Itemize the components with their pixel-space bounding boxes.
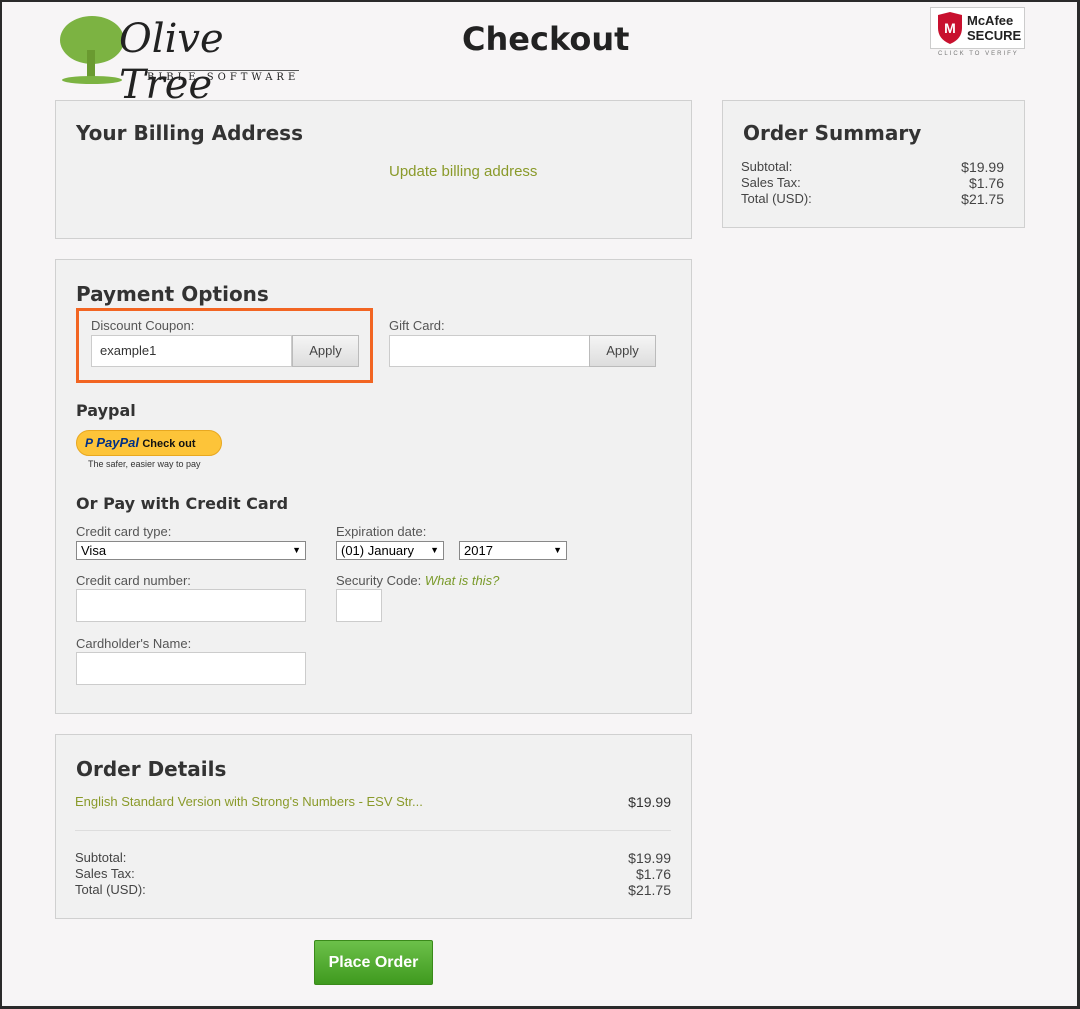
badge-secure: SECURE xyxy=(967,28,1022,43)
details-heading: Order Details xyxy=(76,757,227,781)
tree-icon xyxy=(60,16,124,84)
dropdown-arrow-icon: ▼ xyxy=(292,545,301,555)
page-title: Checkout xyxy=(462,20,630,58)
details-label: Sales Tax: xyxy=(75,866,135,881)
summary-rows: Subtotal: $19.99 Sales Tax: $1.76 Total (U… xyxy=(741,159,1004,207)
place-order-button[interactable]: Place Order xyxy=(314,940,433,985)
what-is-this-link[interactable]: What is this? xyxy=(425,573,499,588)
details-value: $19.99 xyxy=(628,850,671,866)
paypal-heading: Paypal xyxy=(76,401,136,420)
expiration-label: Expiration date: xyxy=(336,524,427,539)
details-value: $1.76 xyxy=(635,866,671,882)
exp-year-value: 2017 xyxy=(464,543,493,558)
paypal-icon: P xyxy=(85,436,94,450)
card-number-input[interactable] xyxy=(76,589,306,622)
mcafee-shield-icon: M xyxy=(938,12,962,44)
badge-verify: CLICK TO VERIFY xyxy=(938,51,1019,57)
exp-year-select[interactable]: 2017 ▼ xyxy=(459,541,567,560)
gift-card-input[interactable] xyxy=(389,335,590,367)
billing-heading: Your Billing Address xyxy=(76,121,303,145)
gift-card-label: Gift Card: xyxy=(389,318,445,333)
coupon-apply-button[interactable]: Apply xyxy=(292,335,359,367)
details-label: Total (USD): xyxy=(75,882,146,897)
summary-value: $19.99 xyxy=(961,159,1004,175)
exp-month-value: (01) January xyxy=(341,543,414,558)
coupon-label: Discount Coupon: xyxy=(91,318,195,333)
summary-label: Total (USD): xyxy=(741,191,812,206)
card-type-label: Credit card type: xyxy=(76,524,172,539)
cardholder-name-input[interactable] xyxy=(76,652,306,685)
card-number-label: Credit card number: xyxy=(76,573,191,588)
update-billing-link[interactable]: Update billing address xyxy=(389,163,537,180)
card-type-value: Visa xyxy=(81,543,107,558)
summary-label: Subtotal: xyxy=(741,159,793,174)
order-item-price: $19.99 xyxy=(628,794,671,810)
security-label-text: Security Code: xyxy=(336,573,422,588)
summary-heading: Order Summary xyxy=(743,121,922,145)
logo-text: Olive Tree xyxy=(119,16,224,108)
dropdown-arrow-icon: ▼ xyxy=(553,545,562,555)
details-label: Subtotal: xyxy=(75,850,127,865)
paypal-checkout-label: Check out xyxy=(142,438,196,450)
summary-value: $1.76 xyxy=(968,175,1004,191)
paypal-brand: PayPal xyxy=(96,435,140,450)
divider xyxy=(75,830,671,831)
order-details-panel: Order Details English Standard Version w… xyxy=(55,734,692,919)
cardholder-name-label: Cardholder's Name: xyxy=(76,636,192,651)
page: Olive Tree BIBLE SOFTWARE Checkout M McA… xyxy=(2,2,1077,1006)
details-value: $21.75 xyxy=(628,882,671,898)
order-summary-panel: Order Summary Subtotal: $19.99 Sales Tax:… xyxy=(722,100,1025,228)
payment-panel: Payment Options Discount Coupon: example… xyxy=(55,259,692,714)
dropdown-arrow-icon: ▼ xyxy=(430,545,439,555)
payment-heading: Payment Options xyxy=(76,282,269,306)
summary-label: Sales Tax: xyxy=(741,175,801,190)
olive-tree-logo[interactable]: Olive Tree BIBLE SOFTWARE xyxy=(57,10,302,108)
logo-subtitle: BIBLE SOFTWARE xyxy=(147,70,300,83)
badge-brand: McAfee xyxy=(967,13,1014,28)
coupon-input[interactable]: example1 xyxy=(91,335,292,367)
security-code-label: Security Code: What is this? xyxy=(336,573,499,588)
details-totals: Subtotal: $19.99 Sales Tax: $1.76 Total (U… xyxy=(75,850,671,898)
paypal-checkout-button[interactable]: P PayPal Check out xyxy=(76,430,222,456)
billing-panel: Your Billing Address Update billing addr… xyxy=(55,100,692,239)
credit-card-heading: Or Pay with Credit Card xyxy=(76,494,289,513)
paypal-tagline: The safer, easier way to pay xyxy=(88,459,201,469)
mcafee-badge[interactable]: M McAfee SECURE xyxy=(930,7,1025,49)
security-code-input[interactable] xyxy=(336,589,382,622)
exp-month-select[interactable]: (01) January ▼ xyxy=(336,541,444,560)
card-type-select[interactable]: Visa ▼ xyxy=(76,541,306,560)
svg-text:M: M xyxy=(944,20,956,36)
gift-card-apply-button[interactable]: Apply xyxy=(589,335,656,367)
summary-value: $21.75 xyxy=(961,191,1004,207)
order-item-link[interactable]: English Standard Version with Strong's N… xyxy=(75,794,423,809)
